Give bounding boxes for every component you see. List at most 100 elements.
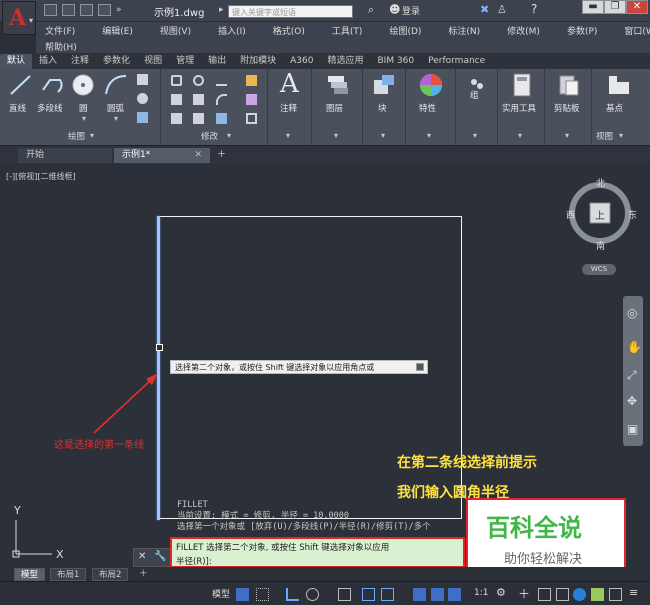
auto-scale-icon[interactable] bbox=[431, 588, 444, 601]
color-wheel-icon[interactable] bbox=[418, 72, 444, 98]
add-layout-button[interactable]: ＋ bbox=[133, 568, 154, 581]
tab-layout-2[interactable]: 布局2 bbox=[92, 568, 129, 581]
tab-a360[interactable]: A360 bbox=[283, 54, 320, 69]
tab-parametric[interactable]: 参数化 bbox=[96, 54, 137, 69]
snap-icon[interactable] bbox=[256, 588, 269, 601]
explode-icon[interactable] bbox=[246, 94, 257, 105]
rectangle-icon[interactable] bbox=[137, 74, 148, 85]
erase-icon[interactable] bbox=[246, 75, 257, 86]
tab-annotate[interactable]: 注释 bbox=[64, 54, 96, 69]
tab-view[interactable]: 视图 bbox=[137, 54, 169, 69]
gear-icon[interactable]: ⚙ bbox=[496, 586, 506, 599]
showmotion-icon[interactable]: ▣ bbox=[627, 422, 638, 436]
polyline-label[interactable]: 多段线 bbox=[37, 102, 63, 114]
restore-button[interactable]: ❐ bbox=[604, 0, 626, 14]
compass-east[interactable]: 东 bbox=[628, 208, 637, 221]
close-button[interactable]: ✕ bbox=[626, 0, 648, 14]
tab-drawing-1[interactable]: 示例1* ✕ bbox=[114, 148, 210, 163]
chevron-down-icon[interactable]: ▾ bbox=[286, 131, 290, 140]
compass-west[interactable]: 西 bbox=[566, 208, 575, 221]
polar-icon[interactable] bbox=[306, 588, 319, 601]
base-view-icon[interactable] bbox=[606, 72, 632, 98]
menu-format[interactable]: 格式(O) bbox=[273, 24, 305, 37]
mirror-icon[interactable] bbox=[193, 94, 204, 105]
tab-output[interactable]: 输出 bbox=[201, 54, 233, 69]
user-icon[interactable]: ☻ bbox=[389, 3, 400, 16]
layers-label[interactable]: 图层 bbox=[326, 102, 343, 114]
chevron-down-icon[interactable]: ▾ bbox=[82, 114, 86, 123]
tab-layout-1[interactable]: 布局1 bbox=[50, 568, 87, 581]
customization-icon[interactable]: ≡ bbox=[629, 586, 638, 599]
menu-view[interactable]: 视图(V) bbox=[160, 24, 191, 37]
tab-insert[interactable]: 插入 bbox=[32, 54, 64, 69]
ellipse-icon[interactable] bbox=[137, 93, 148, 104]
tab-performance[interactable]: Performance bbox=[421, 54, 492, 69]
tab-start[interactable]: 开始 bbox=[18, 148, 112, 163]
chevron-down-icon[interactable]: ▾ bbox=[619, 131, 623, 140]
menu-parametric[interactable]: 参数(P) bbox=[567, 24, 597, 37]
pan-icon[interactable]: ✋ bbox=[627, 340, 642, 354]
annotation-scale-icon[interactable] bbox=[448, 588, 461, 601]
isodraft-icon[interactable] bbox=[338, 588, 351, 601]
trim-icon[interactable] bbox=[216, 75, 227, 86]
circle-label[interactable]: 圆 bbox=[79, 102, 88, 114]
minimize-button[interactable]: ▬ bbox=[582, 0, 604, 14]
utilities-label[interactable]: 实用工具 bbox=[502, 102, 536, 114]
login-link[interactable]: 登录 bbox=[402, 4, 420, 17]
layers-icon[interactable] bbox=[325, 72, 351, 98]
chevron-down-icon[interactable]: ▾ bbox=[334, 131, 338, 140]
hardware-acceleration-icon[interactable] bbox=[591, 588, 604, 601]
close-icon[interactable]: ✕ bbox=[194, 148, 202, 163]
search-input[interactable]: 键入关键字或短语 bbox=[228, 5, 353, 18]
modify-group-title[interactable]: 修改 bbox=[201, 130, 218, 142]
quick-properties-icon[interactable] bbox=[556, 588, 569, 601]
base-point-label[interactable]: 基点 bbox=[606, 102, 623, 114]
command-line-handle[interactable]: ✕ 🔧 bbox=[133, 548, 171, 567]
annotation-visibility-icon[interactable] bbox=[413, 588, 426, 601]
view-group-title[interactable]: 视图 bbox=[596, 130, 613, 142]
object-snap-icon[interactable] bbox=[381, 588, 394, 601]
properties-label[interactable]: 特性 bbox=[419, 102, 436, 114]
units-icon[interactable] bbox=[538, 588, 551, 601]
binoculars-icon[interactable]: ⌕ bbox=[368, 3, 374, 17]
new-file-icon[interactable] bbox=[44, 4, 57, 16]
line-icon[interactable] bbox=[8, 72, 34, 98]
isolate-objects-icon[interactable] bbox=[573, 588, 586, 601]
rotate-icon[interactable] bbox=[193, 75, 204, 86]
compass-south[interactable]: 南 bbox=[596, 239, 605, 252]
copy-icon[interactable] bbox=[171, 94, 182, 105]
chevron-down-icon[interactable]: ▾ bbox=[227, 131, 231, 140]
hatch-icon[interactable] bbox=[137, 112, 148, 123]
chevron-down-icon[interactable]: ▾ bbox=[565, 131, 569, 140]
annotation-label[interactable]: 注释 bbox=[280, 102, 297, 114]
line-label[interactable]: 直线 bbox=[9, 102, 26, 114]
viewcube-top-face[interactable]: 上 bbox=[595, 207, 605, 222]
open-file-icon[interactable] bbox=[62, 4, 75, 16]
model-space-button[interactable]: 模型 bbox=[212, 587, 230, 600]
chevron-down-icon[interactable]: ▾ bbox=[381, 131, 385, 140]
arc-label[interactable]: 圆弧 bbox=[107, 102, 124, 114]
chevron-down-icon[interactable]: ▾ bbox=[90, 131, 94, 140]
menu-help[interactable]: 帮助(H) bbox=[45, 40, 77, 53]
menu-modify[interactable]: 修改(M) bbox=[507, 24, 540, 37]
viewport-controls[interactable]: [-][俯视][二维线框] bbox=[6, 171, 76, 182]
menu-edit[interactable]: 编辑(E) bbox=[102, 24, 133, 37]
fillet-icon[interactable] bbox=[216, 94, 227, 105]
clean-screen-icon[interactable] bbox=[609, 588, 622, 601]
polyline-icon[interactable] bbox=[40, 72, 66, 98]
group-label[interactable]: 组 bbox=[470, 89, 479, 101]
application-menu-button[interactable]: A ▾ bbox=[2, 1, 36, 35]
calculator-icon[interactable] bbox=[509, 72, 535, 98]
circle-icon[interactable] bbox=[70, 72, 96, 98]
close-icon[interactable]: ✕ bbox=[138, 551, 146, 562]
scale-dropdown[interactable]: 1:1 bbox=[474, 588, 488, 598]
offset-icon[interactable] bbox=[246, 113, 257, 124]
grid-icon[interactable] bbox=[236, 588, 249, 601]
save-icon[interactable] bbox=[80, 4, 93, 16]
more-tools-icon[interactable]: » bbox=[116, 5, 122, 15]
chevron-down-icon[interactable]: ▾ bbox=[518, 131, 522, 140]
selected-first-line[interactable] bbox=[157, 216, 160, 520]
arc-icon[interactable] bbox=[103, 72, 129, 98]
new-tab-button[interactable]: ＋ bbox=[213, 148, 229, 163]
orbit-icon[interactable]: ✥ bbox=[627, 394, 637, 408]
